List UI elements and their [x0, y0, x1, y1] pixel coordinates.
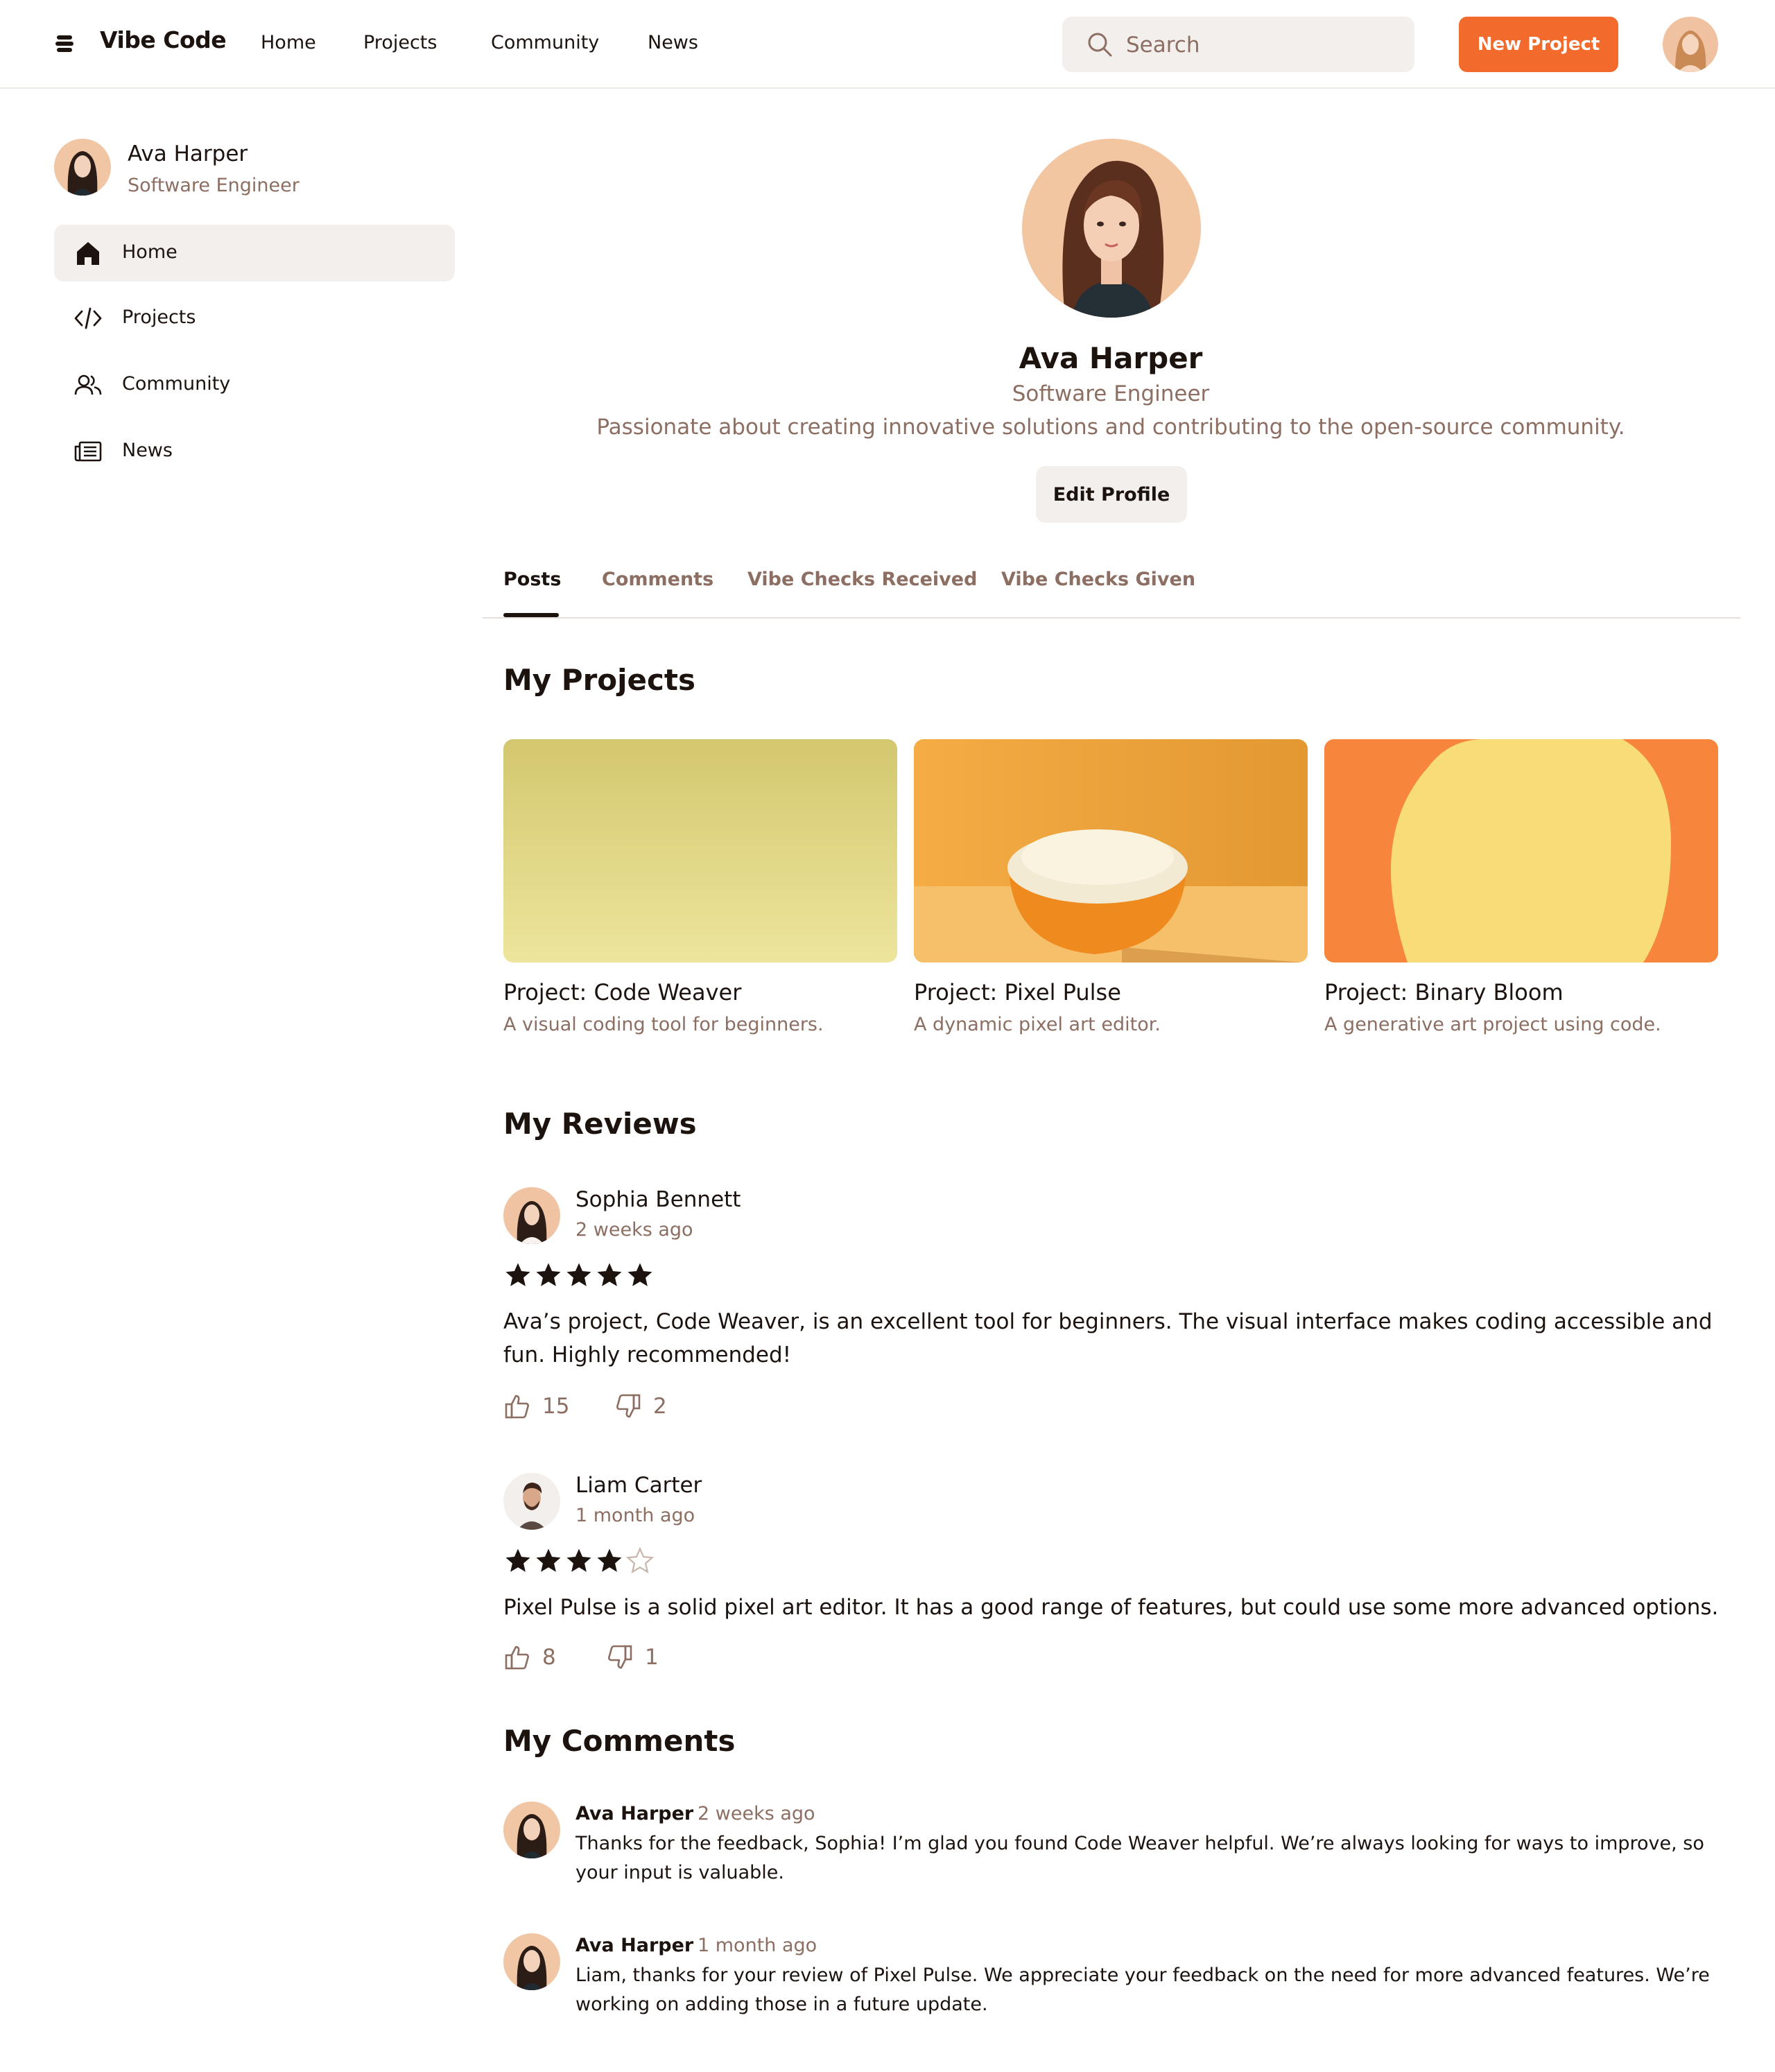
tab-comments[interactable]: Comments [602, 569, 713, 590]
stack-logo-icon[interactable] [54, 33, 75, 54]
star-filled-icon [566, 1263, 591, 1286]
newspaper-icon [74, 441, 102, 462]
like-button[interactable]: 8 [503, 1642, 566, 1673]
star-rating [503, 1261, 656, 1290]
star-filled-icon [505, 1548, 530, 1572]
reviews-section-title: My Reviews [503, 1107, 697, 1141]
review-time: 2 weeks ago [575, 1219, 693, 1241]
review-text: Ava’s project, Code Weaver, is an excell… [503, 1309, 1713, 1367]
comment-time: 2 weeks ago [698, 1803, 815, 1824]
reviewer-avatar[interactable] [503, 1473, 560, 1530]
app-name[interactable]: Vibe Code [100, 26, 227, 53]
search-box[interactable] [1062, 17, 1414, 72]
review-text: Pixel Pulse is a solid pixel art editor.… [503, 1595, 1719, 1620]
sidebar-user-name: Ava Harper [128, 141, 248, 166]
project-thumbnail [503, 739, 897, 962]
projects-section-title: My Projects [503, 663, 695, 697]
reviewer-name[interactable]: Sophia Bennett [575, 1187, 741, 1212]
profile-name: Ava Harper [1019, 341, 1203, 375]
project-description: A visual coding tool for beginners. [503, 1014, 824, 1035]
tab-vibe-checks-received[interactable]: Vibe Checks Received [747, 569, 977, 590]
nav-link-community[interactable]: Community [491, 32, 599, 53]
nav-link-home[interactable]: Home [261, 32, 316, 53]
sidebar-item-label: Projects [122, 307, 196, 328]
comment-author[interactable]: Ava Harper [575, 1935, 693, 1956]
project-thumbnail [1324, 739, 1718, 962]
profile-bio: Passionate about creating innovative sol… [596, 415, 1625, 440]
comment-time: 1 month ago [698, 1935, 817, 1956]
dislike-button[interactable]: 2 [614, 1391, 684, 1422]
project-card[interactable]: Project: Binary Bloom A generative art p… [1324, 739, 1718, 1044]
comment-author[interactable]: Ava Harper [575, 1803, 693, 1824]
tab-vibe-checks-given[interactable]: Vibe Checks Given [1001, 569, 1195, 590]
search-input[interactable] [1126, 29, 1403, 61]
star-filled-icon [536, 1548, 561, 1572]
nav-link-news[interactable]: News [648, 32, 698, 53]
project-description: A generative art project using code. [1324, 1014, 1661, 1035]
profile-avatar [1022, 139, 1201, 318]
thumbs-up-icon [505, 1646, 529, 1670]
comments-section-title: My Comments [503, 1724, 736, 1758]
sidebar-user-avatar[interactable] [54, 139, 111, 196]
dislike-count: 2 [653, 1394, 667, 1419]
sidebar-item-news[interactable]: News [54, 423, 455, 480]
sidebar-item-label: Home [122, 241, 178, 263]
home-icon [77, 242, 99, 265]
project-card[interactable]: Project: Code Weaver A visual coding too… [503, 739, 897, 1044]
edit-profile-button[interactable]: Edit Profile [1036, 466, 1187, 523]
like-count: 8 [542, 1645, 556, 1670]
sidebar-user-role: Software Engineer [128, 175, 300, 196]
new-project-button[interactable]: New Project [1459, 17, 1618, 72]
dislike-count: 1 [645, 1645, 659, 1670]
top-navigation-bar: Vibe Code Home Projects Community News N… [0, 0, 1775, 89]
search-icon [1088, 33, 1112, 57]
nav-link-projects[interactable]: Projects [363, 32, 437, 53]
comment-text: Thanks for the feedback, Sophia! I’m gla… [575, 1833, 1704, 1883]
star-filled-icon [566, 1548, 591, 1572]
star-filled-icon [597, 1263, 622, 1286]
project-title: Project: Binary Bloom [1324, 979, 1564, 1005]
user-avatar[interactable] [1663, 17, 1718, 72]
star-filled-icon [597, 1548, 622, 1572]
project-title: Project: Code Weaver [503, 979, 742, 1005]
reviewer-avatar[interactable] [503, 1187, 560, 1244]
tab-posts[interactable]: Posts [503, 569, 561, 590]
profile-role: Software Engineer [1012, 381, 1210, 406]
sidebar-item-projects[interactable]: Projects [54, 290, 455, 347]
reviewer-name[interactable]: Liam Carter [575, 1473, 702, 1498]
sidebar-item-label: News [122, 440, 173, 461]
thumbs-down-icon [608, 1645, 632, 1669]
project-title: Project: Pixel Pulse [914, 979, 1121, 1005]
star-filled-icon [505, 1263, 530, 1286]
thumbs-down-icon [616, 1394, 641, 1418]
sidebar-item-label: Community [122, 373, 231, 395]
star-filled-icon [627, 1263, 652, 1286]
tabs-divider [483, 617, 1740, 619]
active-tab-indicator [503, 613, 559, 617]
project-thumbnail [914, 739, 1308, 962]
dislike-button[interactable]: 1 [606, 1642, 668, 1673]
star-rating [503, 1546, 656, 1575]
project-card[interactable]: Project: Pixel Pulse A dynamic pixel art… [914, 739, 1308, 1044]
like-count: 15 [542, 1394, 570, 1419]
commenter-avatar[interactable] [503, 1802, 560, 1858]
commenter-avatar[interactable] [503, 1933, 560, 1990]
star-empty-icon [625, 1546, 655, 1574]
comment-text: Liam, thanks for your review of Pixel Pu… [575, 1965, 1710, 2015]
like-button[interactable]: 15 [503, 1391, 573, 1422]
project-description: A dynamic pixel art editor. [914, 1014, 1161, 1035]
star-filled-icon [536, 1263, 561, 1286]
review-time: 1 month ago [575, 1505, 695, 1526]
code-icon [74, 307, 102, 329]
sidebar-item-home[interactable]: Home [54, 225, 455, 282]
thumbs-up-icon [505, 1395, 529, 1419]
